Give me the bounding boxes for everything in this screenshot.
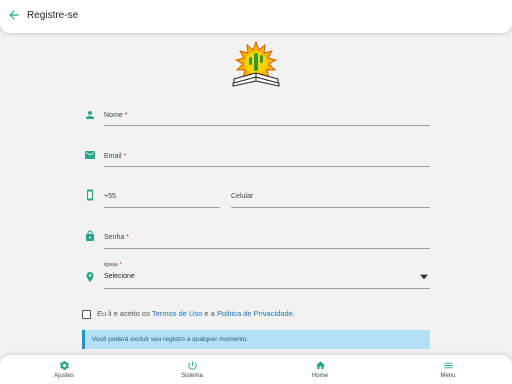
phone-icon [87, 189, 93, 201]
required-mark: * [123, 153, 127, 160]
name-underline [104, 125, 430, 126]
name-field[interactable]: Nome * [82, 108, 430, 126]
terms-text: Eu li e aceito os Termos de Uso e a Poli… [97, 309, 295, 318]
nav-label: Ajustes [54, 373, 74, 379]
church-underline [104, 288, 430, 289]
dropdown-arrow-icon[interactable] [420, 274, 428, 280]
phone-number-label[interactable]: Celular [231, 193, 253, 200]
page-title: Registre-se [27, 10, 79, 21]
privacy-policy-link[interactable]: Politica de Privacidade [217, 309, 293, 318]
church-select[interactable]: Igreja * Selecione [82, 261, 430, 289]
app-bar: Registre-se [0, 0, 512, 33]
person-icon [86, 111, 94, 119]
app-logo [232, 41, 280, 87]
email-label: Email [104, 153, 122, 160]
terms-middle: e a [202, 309, 217, 318]
password-underline [104, 248, 430, 249]
home-icon [315, 361, 325, 370]
gear-icon [59, 360, 69, 371]
password-field[interactable]: Senha * [82, 230, 430, 249]
church-label: Igreja [104, 262, 118, 268]
info-banner: Você poderá excluir seu registro a qualq… [82, 330, 430, 349]
terms-prefix: Eu li e aceito os [97, 309, 152, 318]
back-arrow-icon[interactable] [7, 8, 21, 22]
terms-checkbox[interactable] [82, 310, 91, 319]
email-underline [104, 166, 430, 167]
password-label: Senha [104, 234, 125, 241]
required-mark: * [126, 234, 129, 241]
mail-icon [85, 151, 95, 159]
nav-item-home[interactable]: Home [290, 360, 350, 379]
phone-prefix-underline [104, 207, 220, 208]
nav-item-menu[interactable]: Menu [418, 360, 478, 379]
name-label: Nome [104, 112, 123, 119]
email-field[interactable]: Email * [82, 149, 430, 167]
terms-suffix: . [292, 309, 295, 318]
lock-icon [86, 230, 94, 241]
menu-icon [443, 362, 453, 369]
phone-prefix[interactable]: +55 [104, 193, 116, 200]
nav-item-ajustes[interactable]: Ajustes [34, 360, 94, 379]
terms-of-use-link[interactable]: Termos de Uso [152, 309, 202, 318]
required-mark: * [124, 112, 128, 119]
nav-label: Sistema [181, 373, 203, 379]
nav-label: Menu [440, 373, 456, 379]
power-icon [187, 361, 197, 370]
church-selected-value: Selecione [104, 273, 135, 280]
nav-item-sistema[interactable]: Sistema [162, 360, 222, 379]
nav-label: Home [311, 373, 328, 379]
location-pin-icon [86, 272, 94, 282]
required-mark: * [119, 262, 122, 268]
bottom-navigation: Ajustes Sistema Home Menu [0, 355, 512, 384]
phone-number-underline [231, 207, 430, 208]
phone-field[interactable]: +55 Celular [82, 189, 430, 208]
